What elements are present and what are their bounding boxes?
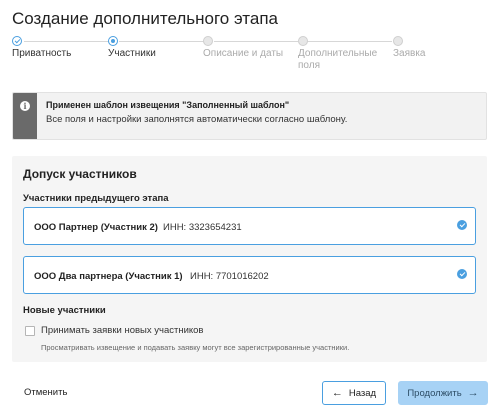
participant-name: ООО Партнер (Участник 2): [34, 222, 158, 233]
participant-card[interactable]: ООО Партнер (Участник 2) ИНН: 3323654231: [23, 207, 476, 245]
back-button[interactable]: ← Назад: [322, 381, 386, 405]
new-participants-label: Новые участники: [23, 305, 106, 316]
step-label-line2: поля: [298, 60, 321, 71]
step-connector: [214, 40, 298, 42]
step-label: Приватность: [12, 48, 72, 59]
admission-panel: Допуск участников Участники предыдущего …: [12, 156, 487, 362]
notice-text: Все поля и настройки заполнятся автомати…: [46, 114, 348, 125]
check-icon: [12, 36, 22, 46]
cancel-button[interactable]: Отменить: [24, 387, 67, 398]
step-label: Дополнительные: [298, 48, 378, 59]
step-label: Заявка: [393, 48, 426, 59]
pending-step-icon: [393, 36, 403, 46]
check-circle-icon[interactable]: [457, 220, 467, 230]
active-step-icon: [108, 36, 118, 46]
accept-new-label[interactable]: Принимать заявки новых участников: [41, 325, 203, 336]
continue-button[interactable]: Продолжить →: [398, 381, 488, 405]
participant-inn: ИНН: 3323654231: [163, 222, 242, 233]
pending-step-icon: [203, 36, 213, 46]
participant-inn: ИНН: 7701016202: [190, 271, 269, 282]
step-label: Участники: [108, 48, 156, 59]
notice-title: Применен шаблон извещения "Заполненный ш…: [46, 100, 290, 110]
continue-button-label: Продолжить: [407, 387, 462, 399]
step-label: Описание и даты: [203, 48, 284, 59]
check-circle-icon[interactable]: [457, 269, 467, 279]
panel-title: Допуск участников: [23, 167, 137, 181]
template-notice: i Применен шаблон извещения "Заполненный…: [12, 92, 487, 140]
info-icon: i: [20, 101, 30, 111]
previous-participants-label: Участники предыдущего этапа: [23, 193, 169, 204]
arrow-right-icon: →: [467, 386, 479, 399]
step-connector: [307, 40, 392, 42]
stepper: Приватность Участники Описание и даты До…: [12, 36, 492, 76]
participant-card[interactable]: ООО Два партнера (Участник 1) ИНН: 77010…: [23, 256, 476, 294]
participant-name: ООО Два партнера (Участник 1): [34, 271, 183, 282]
step-connector: [119, 40, 205, 42]
arrow-left-icon: ←: [331, 386, 343, 399]
page-title: Создание дополнительного этапа: [12, 9, 278, 28]
pending-step-icon: [298, 36, 308, 46]
accept-new-hint: Просматривать извещение и подавать заявк…: [41, 343, 350, 352]
accept-new-checkbox[interactable]: [25, 326, 35, 336]
back-button-label: Назад: [348, 387, 377, 399]
notice-bar: i: [13, 93, 37, 139]
step-connector: [24, 40, 110, 42]
